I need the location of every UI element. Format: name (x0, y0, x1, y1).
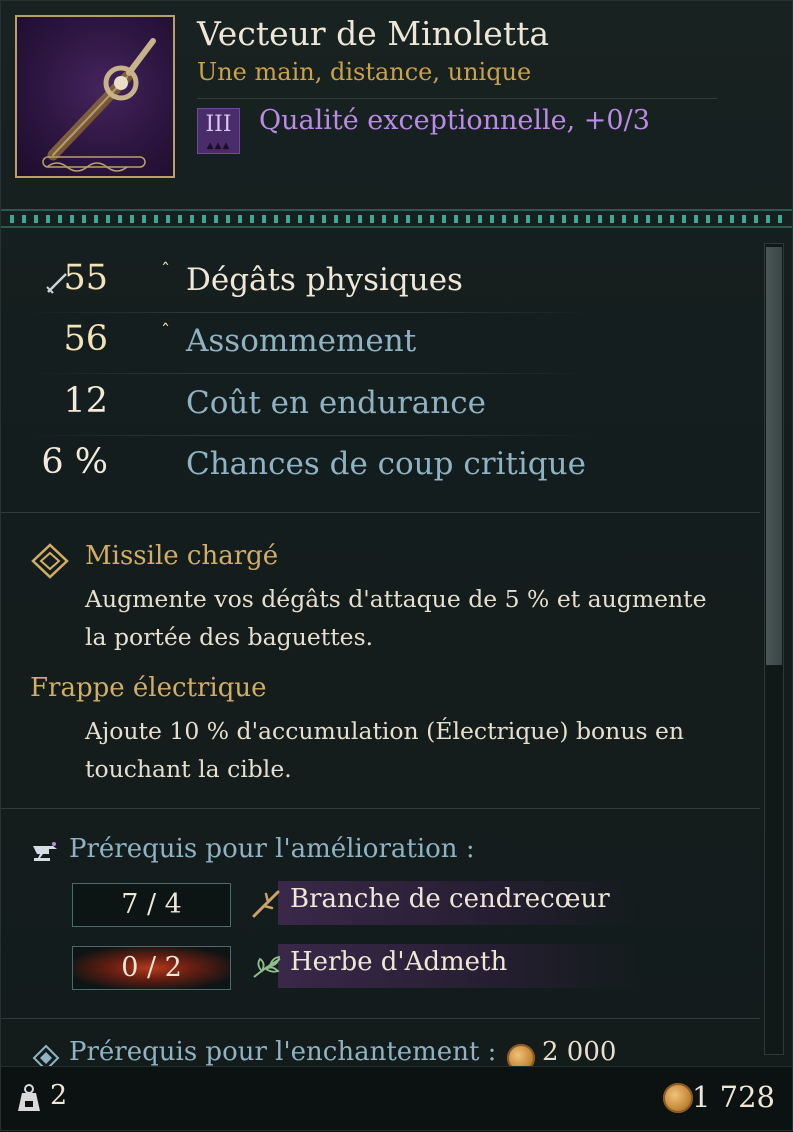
branch-icon (252, 890, 280, 918)
stat-divider (30, 312, 590, 313)
upgrade-caret-icon: ˆ (161, 260, 170, 281)
scrollbar-thumb[interactable] (766, 247, 782, 665)
stat-value: 56 (63, 319, 108, 359)
enchant-cost: 2 000 (542, 1037, 617, 1067)
perk-title: Frappe électrique (30, 673, 267, 703)
item-name: Vecteur de Minoletta (197, 14, 550, 53)
enchant-requirements-title: Prérequis pour l'enchantement : (69, 1037, 497, 1067)
wand-icon (42, 38, 156, 172)
stat-value: 55 (63, 258, 108, 298)
coin-icon (663, 1083, 693, 1113)
tier-numeral: III (205, 112, 232, 137)
diamond-icon (31, 543, 69, 579)
resource-count: 7 / 4 (72, 883, 231, 927)
stat-divider (30, 435, 590, 436)
stat-divider (30, 373, 590, 374)
section-divider (0, 808, 760, 809)
header-divider (197, 98, 717, 99)
perk-title: Missile chargé (85, 541, 279, 571)
stat-row-stamina-cost: 12 Coût en endurance (0, 381, 740, 437)
stat-value: 12 (63, 381, 108, 421)
ornament-divider (0, 209, 793, 228)
stat-label: Coût en endurance (186, 385, 486, 421)
stat-row-stun: 56 ˆ Assommement (0, 319, 740, 375)
upgrade-requirements-title: Prérequis pour l'amélioration : (69, 834, 475, 864)
section-divider (0, 512, 760, 513)
perk-description: Ajoute 10 % d'accumulation (Électrique) … (85, 717, 685, 783)
resource-name: Branche de cendrecœur (290, 884, 610, 914)
weight-value: 2 (50, 1080, 68, 1111)
tier-badge: III ▲▲▲ (197, 108, 240, 154)
item-thumbnail (15, 15, 175, 178)
tier-pips-icon: ▲▲▲ (206, 141, 231, 151)
upgrade-caret-icon: ˆ (161, 321, 170, 342)
herb-icon (253, 955, 281, 978)
stat-row-crit-chance: 6 % Chances de coup critique (0, 442, 740, 498)
stat-row-physical-damage: 55 ˆ Dégâts physiques (0, 258, 740, 314)
stat-label: Assommement (186, 323, 417, 359)
anvil-icon (33, 842, 57, 861)
section-divider (0, 1018, 760, 1019)
stat-label: Chances de coup critique (186, 446, 586, 482)
perk-description: Augmente vos dégâts d'attaque de 5 % et … (85, 585, 707, 651)
stat-label: Dégâts physiques (186, 262, 463, 298)
stat-value: 6 % (41, 442, 108, 482)
weight-icon (18, 1084, 40, 1111)
item-type: Une main, distance, unique (197, 58, 532, 86)
resource-count: 0 / 2 (72, 946, 231, 990)
resource-name: Herbe d'Admeth (290, 947, 508, 977)
money-value: 1 728 (691, 1080, 775, 1114)
item-quality: Qualité exceptionnelle, +0/3 (259, 105, 650, 136)
